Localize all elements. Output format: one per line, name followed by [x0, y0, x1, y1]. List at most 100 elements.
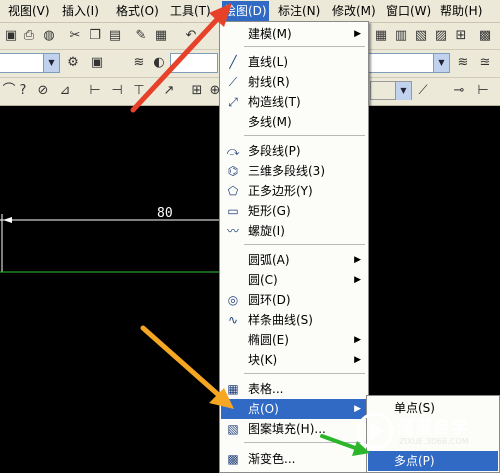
menu-item-spline[interactable]: ∿ 样条曲线(S) — [221, 310, 367, 330]
menu-item-rectangle[interactable]: ▭ 矩形(G) — [221, 201, 367, 221]
menu-item-hatch[interactable]: ▧ 图案填充(H)... — [221, 419, 367, 439]
menu-item-block[interactable]: 块(K) ▶ — [221, 350, 367, 370]
construction-line-icon: ⤢ — [228, 95, 238, 109]
cut-icon[interactable]: ✂ — [66, 27, 84, 45]
menu-item-circle[interactable]: 圆(C) ▶ — [221, 270, 367, 290]
workspace-settings-icon[interactable]: ⚙ — [64, 54, 82, 72]
menu-item-ellipse[interactable]: 椭圆(E) ▶ — [221, 330, 367, 350]
dimension-text: 80 — [157, 206, 173, 221]
match-properties-icon[interactable]: ✎ — [132, 27, 150, 45]
menu-window[interactable]: 窗口(W) — [386, 3, 431, 19]
menu-format[interactable]: 格式(O) — [116, 3, 159, 19]
menu-separator — [244, 244, 365, 245]
diameter-icon[interactable]: ⊘ — [34, 82, 52, 100]
menu-tools[interactable]: 工具(T) — [170, 3, 211, 19]
polyline-icon: ⤼ — [226, 144, 240, 158]
dimension-arrowhead — [3, 217, 12, 223]
submenu-arrow-icon: ▶ — [354, 255, 361, 265]
layer-properties-icon[interactable]: ≋ — [130, 54, 148, 72]
menu-separator — [244, 373, 365, 374]
menu-draw[interactable]: 绘图(D) — [222, 1, 269, 21]
helix-icon: 〰 — [226, 224, 239, 238]
draw-menu-dropdown: 建模(M) ▶ ╱ 直线(L) ⟋ 射线(R) ⤢ 构造线(T) 多线(M) ⤼… — [219, 21, 369, 473]
chevron-down-icon: ▼ — [433, 54, 449, 72]
menu-item-polyline[interactable]: ⤼ 多段线(P) — [221, 141, 367, 161]
menu-dimension[interactable]: 标注(N) — [278, 3, 320, 19]
layer-previous-icon[interactable]: ≋ — [454, 54, 472, 72]
undo-icon[interactable]: ↶ — [182, 27, 200, 45]
design-center-icon[interactable]: ▥ — [392, 27, 410, 45]
chevron-down-icon: ▼ — [395, 82, 411, 100]
menu-item-gradient[interactable]: ▩ 渐变色... — [221, 449, 367, 469]
menu-item-polygon[interactable]: ⬠ 正多边形(Y) — [221, 181, 367, 201]
submenu-arrow-icon: ▶ — [354, 355, 361, 365]
submenu-arrow-icon: ▶ — [354, 335, 361, 345]
watermark: 溜溜自学 ZIXUE.3D66.COM — [355, 408, 495, 453]
submenu-item-multiple-points[interactable]: 多点(P) — [368, 451, 498, 471]
menu-item-arc[interactable]: 圆弧(A) ▶ — [221, 250, 367, 270]
menu-item-3d-polyline[interactable]: ⌬ 三维多段线(3) — [221, 161, 367, 181]
menu-separator — [244, 135, 365, 136]
continue-icon[interactable]: ⊤ — [130, 82, 148, 100]
watermark-url: ZIXUE.3D66.COM — [399, 437, 469, 446]
menu-item-modeling[interactable]: 建模(M) ▶ — [221, 24, 367, 44]
publish-icon[interactable]: ◍ — [40, 27, 58, 45]
menu-view[interactable]: 视图(V) — [8, 3, 50, 19]
baseline-icon[interactable]: ⊣ — [108, 82, 126, 100]
block-editor-icon[interactable]: ▦ — [152, 27, 170, 45]
properties-icon[interactable]: ▦ — [372, 27, 390, 45]
menu-insert[interactable]: 插入(I) — [62, 3, 99, 19]
menu-item-ray[interactable]: ⟋ 射线(R) — [221, 72, 367, 92]
leader-icon[interactable]: ↗ — [160, 82, 178, 100]
layer-combo[interactable] — [170, 53, 218, 73]
menu-separator — [244, 442, 365, 443]
menu-item-point[interactable]: 点(O) ▶ — [221, 399, 367, 419]
play-logo-icon — [356, 412, 394, 450]
menu-separator — [244, 46, 365, 47]
menu-item-table[interactable]: ▦ 表格... — [221, 379, 367, 399]
workspace-combo[interactable]: ▼ — [0, 53, 60, 73]
ray-icon: ⟋ — [228, 75, 238, 89]
tool-palettes-icon[interactable]: ▧ — [412, 27, 430, 45]
dimstyle-combo[interactable]: ▼ — [370, 81, 412, 100]
menu-item-line[interactable]: ╱ 直线(L) — [221, 52, 367, 72]
sheet-set-icon[interactable]: ▨ — [432, 27, 450, 45]
make-current-icon[interactable]: ≊ — [476, 54, 494, 72]
quick-dimension-icon[interactable]: ⊢ — [86, 82, 104, 100]
hatch-icon: ▧ — [227, 422, 239, 436]
menu-modify[interactable]: 修改(M) — [332, 3, 376, 19]
spline-icon: ∿ — [227, 313, 239, 327]
linetype-combo[interactable]: ▼ — [368, 53, 450, 73]
radius-icon[interactable]: ? — [14, 82, 32, 100]
table-icon: ▦ — [227, 382, 239, 396]
menu-item-helix[interactable]: 〰 螺旋(I) — [221, 221, 367, 241]
tolerance-icon[interactable]: ⊞ — [188, 82, 206, 100]
angular-icon[interactable]: ⊿ — [56, 82, 74, 100]
dimension-override-icon[interactable]: ⊢ — [474, 82, 492, 100]
dimstyle-icon[interactable]: ⟋ — [414, 82, 432, 100]
menu-item-donut[interactable]: ◎ 圆环(D) — [221, 290, 367, 310]
3d-polyline-icon: ⌬ — [227, 164, 239, 178]
polygon-icon: ⬠ — [227, 184, 239, 198]
layer-visibility-icon[interactable]: ◐ — [150, 54, 168, 72]
markup-icon[interactable]: ⊞ — [452, 27, 470, 45]
open-icon[interactable]: ▣ — [2, 27, 20, 45]
line-icon: ╱ — [229, 55, 237, 69]
calculator-icon[interactable]: ▩ — [476, 27, 494, 45]
rectangle-icon: ▭ — [227, 204, 239, 218]
copy-icon[interactable]: ❐ — [86, 27, 104, 45]
plot-icon[interactable]: ⎙ — [20, 27, 38, 45]
submenu-arrow-icon: ▶ — [354, 275, 361, 285]
paste-icon[interactable]: ▤ — [106, 27, 124, 45]
layer-state-icon[interactable]: ▣ — [88, 54, 106, 72]
dimension-update-icon[interactable]: ⊸ — [450, 82, 468, 100]
menu-bar: 视图(V) 插入(I) 格式(O) 工具(T) 绘图(D) 标注(N) 修改(M… — [0, 0, 500, 23]
donut-icon: ◎ — [227, 293, 239, 307]
submenu-arrow-icon: ▶ — [354, 29, 361, 39]
chevron-down-icon: ▼ — [43, 54, 59, 72]
watermark-title: 溜溜自学 — [397, 418, 469, 438]
menu-item-construction-line[interactable]: ⤢ 构造线(T) — [221, 92, 367, 112]
menu-item-multiline[interactable]: 多线(M) — [221, 112, 367, 132]
gradient-icon: ▩ — [227, 452, 239, 466]
menu-help[interactable]: 帮助(H) — [440, 3, 482, 19]
